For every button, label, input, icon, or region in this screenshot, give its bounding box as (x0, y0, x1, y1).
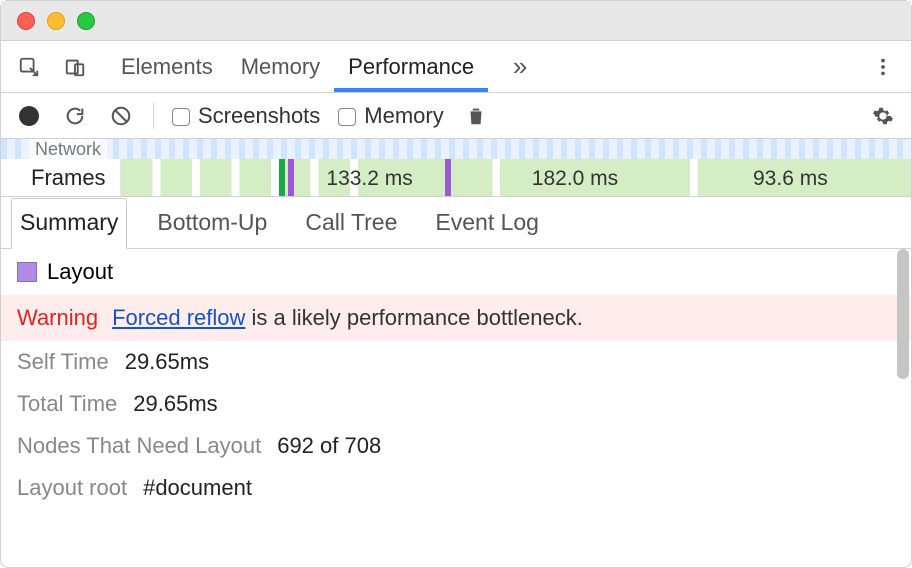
event-name: Layout (47, 259, 113, 285)
toolbar-divider (153, 103, 154, 129)
kebab-menu-icon[interactable] (869, 53, 897, 81)
memory-checkbox[interactable]: Memory (338, 103, 443, 129)
minimize-icon[interactable] (47, 12, 65, 30)
detail-row: Total Time 29.65ms (1, 383, 911, 425)
performance-toolbar: Screenshots Memory (1, 93, 911, 139)
details-subtabs: Summary Bottom-Up Call Tree Event Log (1, 197, 911, 249)
scrollbar[interactable] (897, 249, 909, 379)
reload-icon[interactable] (61, 102, 89, 130)
timeline-overview[interactable]: Network Frames 133.2 ms 182.0 ms 93.6 ms (1, 139, 911, 197)
frames-row-label: Frames (1, 159, 121, 196)
event-details-pane: Layout Warning Forced reflow is a likely… (1, 249, 911, 567)
frames-track[interactable]: 133.2 ms 182.0 ms 93.6 ms (121, 159, 911, 196)
detail-key: Self Time (17, 349, 109, 375)
event-color-swatch (17, 262, 37, 282)
detail-value: 29.65ms (133, 391, 217, 417)
more-tabs-icon[interactable]: » (506, 53, 534, 81)
subtab-bottom-up[interactable]: Bottom-Up (149, 199, 275, 248)
window-titlebar (1, 1, 911, 41)
detail-key: Nodes That Need Layout (17, 433, 261, 459)
tab-memory[interactable]: Memory (227, 41, 334, 92)
inspect-icon[interactable] (15, 53, 43, 81)
tab-elements[interactable]: Elements (107, 41, 227, 92)
devtools-main-tabs: ElementsMemoryPerformance » (1, 41, 911, 93)
frame-time-0: 133.2 ms (326, 167, 412, 191)
garbage-collect-icon[interactable] (462, 102, 490, 130)
forced-reflow-link[interactable]: Forced reflow (112, 305, 245, 330)
detail-key: Layout root (17, 475, 127, 501)
screenshots-checkbox[interactable]: Screenshots (172, 103, 320, 129)
tab-performance[interactable]: Performance (334, 41, 488, 92)
screenshots-label: Screenshots (198, 103, 320, 129)
clear-icon[interactable] (107, 102, 135, 130)
settings-icon[interactable] (869, 102, 897, 130)
memory-label: Memory (364, 103, 443, 129)
detail-value: 692 of 708 (277, 433, 381, 459)
detail-row: Nodes That Need Layout 692 of 708 (1, 425, 911, 467)
warning-label: Warning (17, 305, 98, 331)
warning-row: Warning Forced reflow is a likely perfor… (1, 295, 911, 341)
detail-key: Total Time (17, 391, 117, 417)
frame-time-1: 182.0 ms (532, 167, 618, 191)
detail-value: 29.65ms (125, 349, 209, 375)
close-icon[interactable] (17, 12, 35, 30)
detail-row: Layout root #document (1, 467, 911, 509)
subtab-summary[interactable]: Summary (11, 198, 127, 249)
warning-text: is a likely performance bottleneck. (245, 305, 583, 330)
network-row-label: Network (29, 139, 107, 160)
record-button[interactable] (15, 102, 43, 130)
subtab-call-tree[interactable]: Call Tree (297, 199, 405, 248)
frame-time-2: 93.6 ms (753, 167, 828, 191)
layout-root-link[interactable]: #document (143, 475, 252, 501)
maximize-icon[interactable] (77, 12, 95, 30)
device-toggle-icon[interactable] (61, 53, 89, 81)
detail-row: Self Time 29.65ms (1, 341, 911, 383)
subtab-event-log[interactable]: Event Log (427, 199, 547, 248)
